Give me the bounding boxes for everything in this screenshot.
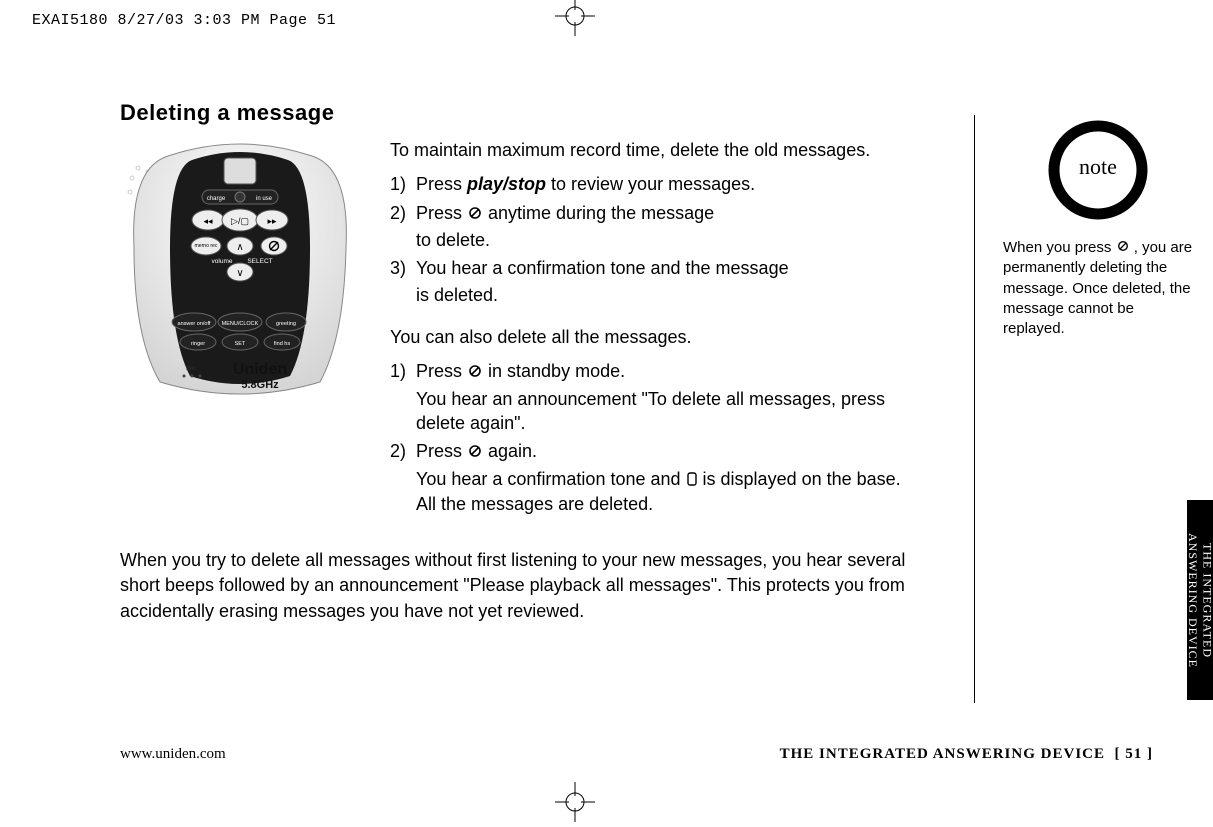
page-heading: Deleting a message <box>120 100 1153 126</box>
step-a2: 2) Press anytime during the messageto de… <box>390 201 920 253</box>
svg-text:SELECT: SELECT <box>247 258 272 265</box>
svg-text:memo rec: memo rec <box>194 243 217 249</box>
note-sidebar: note When you press , you are permanentl… <box>1003 120 1193 339</box>
svg-text:MENU/CLOCK: MENU/CLOCK <box>222 321 259 327</box>
delete-icon <box>467 360 483 384</box>
svg-text:∧: ∧ <box>236 242 243 253</box>
crop-mark-top <box>555 0 595 41</box>
page-footer: www.uniden.com THE INTEGRATED ANSWERING … <box>120 746 1153 763</box>
label-charge: charge <box>207 196 226 202</box>
step-a1: 1) Press play/stop to review your messag… <box>390 172 920 196</box>
svg-text:◂◂: ◂◂ <box>203 216 213 226</box>
delete-icon <box>467 202 483 226</box>
body-text: To maintain maximum record time, delete … <box>390 138 920 520</box>
note-text: When you press , you are permanently del… <box>1003 238 1193 339</box>
svg-text:find hs: find hs <box>274 341 290 347</box>
svg-text:volume: volume <box>212 258 233 265</box>
crop-mark-bottom <box>555 782 595 827</box>
print-header: EXAI5180 8/27/03 3:03 PM Page 51 <box>32 12 336 29</box>
svg-text:greeting: greeting <box>276 321 296 327</box>
svg-text:5.8GHz: 5.8GHz <box>241 379 279 391</box>
delete-icon <box>467 440 483 464</box>
warning-paragraph: When you try to delete all messages with… <box>120 548 910 624</box>
svg-text:∨: ∨ <box>236 268 243 279</box>
section-tab: THE INTEGRATEDANSWERING DEVICE <box>1187 500 1213 700</box>
svg-text:▷/▢: ▷/▢ <box>231 216 249 226</box>
label-inuse: in use <box>256 196 273 202</box>
device-illustration: charge in use ◂◂ ▷/▢ ▸▸ memo rec ∧ <box>120 138 360 398</box>
step-a3: 3) You hear a confirmation tone and the … <box>390 256 920 307</box>
footer-url: www.uniden.com <box>120 746 226 763</box>
svg-text:SET: SET <box>235 341 246 347</box>
zero-digit-icon <box>686 468 698 492</box>
delete-icon <box>1116 238 1130 258</box>
svg-text:answer on/off: answer on/off <box>178 321 211 327</box>
svg-text:mic: mic <box>186 365 197 372</box>
svg-text:Uniden: Uniden <box>233 361 287 378</box>
note-badge: note <box>1048 120 1148 220</box>
svg-text:ringer: ringer <box>191 341 205 347</box>
step-b2: 2) Press again.You hear a confirmation t… <box>390 439 920 516</box>
step-b1: 1) Press in standby mode.You hear an ann… <box>390 359 920 435</box>
svg-text:▸▸: ▸▸ <box>267 216 277 226</box>
